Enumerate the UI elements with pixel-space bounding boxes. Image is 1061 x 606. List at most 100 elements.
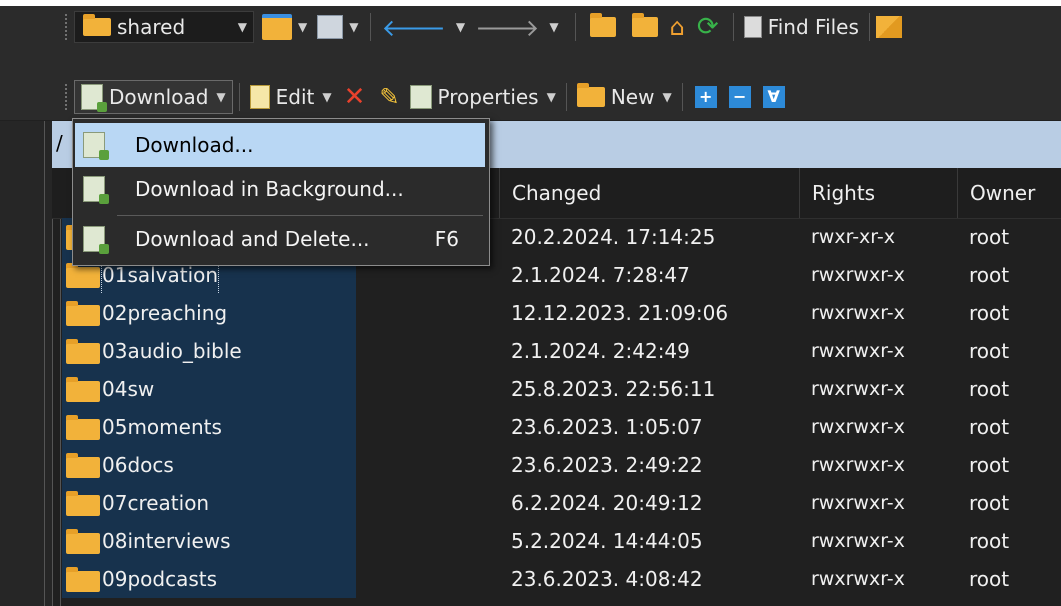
file-rights: rwxrwxr-x — [811, 264, 905, 286]
chevron-down-icon[interactable]: ▼ — [549, 20, 558, 34]
new-label: New — [610, 84, 655, 109]
file-rights: rwxrwxr-x — [811, 568, 905, 590]
location-label: shared — [117, 15, 186, 39]
folder-icon — [66, 529, 100, 554]
table-row[interactable]: 08interviews 5.2.2024. 14:44:05 rwxrwxr-… — [52, 522, 1061, 560]
file-changed: 20.2.2024. 17:14:25 — [511, 225, 716, 249]
tree-icon[interactable] — [875, 16, 902, 38]
properties-label: Properties — [437, 84, 539, 109]
back-icon[interactable]: 🡐 — [381, 13, 445, 42]
folder-icon — [66, 415, 100, 440]
table-row[interactable]: 04sw 25.8.2023. 22:56:11 rwxrwxr-x root — [52, 370, 1061, 408]
file-name: 07creation — [102, 491, 210, 515]
column-rights-header[interactable]: Rights — [799, 168, 957, 218]
file-rights: rwxrwxr-x — [811, 416, 905, 438]
folder-icon — [83, 14, 111, 36]
chevron-down-icon[interactable]: ▼ — [349, 20, 358, 34]
file-changed: 2.1.2024. 2:42:49 — [511, 339, 690, 363]
folder-icon — [66, 453, 100, 478]
chevron-down-icon: ▼ — [546, 89, 556, 104]
folder-icon — [66, 339, 100, 364]
column-owner-header[interactable]: Owner — [957, 168, 1061, 218]
file-rights: rwxr-xr-x — [811, 226, 895, 248]
toolbar-grip[interactable] — [64, 13, 68, 41]
select-all-icon[interactable]: + — [694, 85, 717, 108]
table-row[interactable]: 06docs 23.6.2023. 2:49:22 rwxrwxr-x root — [52, 446, 1061, 484]
filter-icon[interactable] — [317, 15, 344, 39]
file-owner: root — [969, 225, 1010, 249]
toolbar-separator — [732, 13, 734, 41]
file-changed: 2.1.2024. 7:28:47 — [511, 263, 690, 287]
menu-item-download-background[interactable]: Download in Background... — [75, 167, 485, 211]
command-toolbar: Download ▼ Edit ▼ ✕ ✎ Properties ▼ New ▼… — [0, 73, 1061, 120]
menu-separator — [117, 215, 483, 216]
chevron-down-icon[interactable]: ▼ — [456, 20, 465, 34]
download-label: Download — [109, 84, 209, 109]
file-name: 03audio_bible — [102, 339, 242, 363]
toolbar-spacer — [0, 48, 1061, 73]
table-row[interactable]: 02preaching 12.12.2023. 21:09:06 rwxrwxr… — [52, 294, 1061, 332]
download-background-icon — [83, 176, 109, 204]
rename-icon[interactable]: ✎ — [379, 83, 399, 111]
folder-icon — [66, 263, 100, 288]
file-name: 02preaching — [102, 301, 228, 325]
column-changed-header[interactable]: Changed — [499, 168, 799, 218]
edit-button[interactable]: Edit ▼ — [246, 81, 336, 113]
file-owner: root — [969, 301, 1010, 325]
find-files-button[interactable]: Find Files — [740, 11, 863, 43]
open-directory-icon[interactable] — [262, 14, 292, 40]
table-row[interactable]: 03audio_bible 2.1.2024. 2:42:49 rwxrwxr-… — [52, 332, 1061, 370]
toolbar-separator — [565, 82, 567, 111]
new-folder-icon — [576, 82, 605, 107]
folder-icon — [66, 301, 100, 326]
chevron-down-icon[interactable]: ▼ — [298, 20, 307, 34]
file-name: 09podcasts — [102, 567, 218, 591]
menu-item-shortcut: F6 — [434, 227, 459, 251]
file-changed: 12.12.2023. 21:09:06 — [511, 301, 729, 325]
file-owner: root — [969, 415, 1010, 439]
file-changed: 23.6.2023. 1:05:07 — [511, 415, 703, 439]
download-icon — [83, 132, 109, 160]
properties-button[interactable]: Properties ▼ — [406, 81, 560, 113]
file-rights: rwxrwxr-x — [811, 302, 905, 324]
download-icon — [81, 83, 107, 112]
new-button[interactable]: New ▼ — [573, 81, 676, 113]
root-directory-icon[interactable] — [631, 13, 658, 37]
file-owner: root — [969, 263, 1010, 287]
file-changed: 6.2.2024. 20:49:12 — [511, 491, 703, 515]
folder-icon — [66, 491, 100, 516]
file-rights: rwxrwxr-x — [811, 454, 905, 476]
parent-directory-icon[interactable] — [589, 13, 616, 37]
file-rights: rwxrwxr-x — [811, 340, 905, 362]
chevron-down-icon: ▼ — [322, 89, 332, 104]
invert-selection-icon[interactable]: ∀ — [762, 85, 785, 108]
home-icon[interactable]: ⌂ — [670, 13, 685, 41]
table-row[interactable]: 05moments 23.6.2023. 1:05:07 rwxrwxr-x r… — [52, 408, 1061, 446]
file-owner: root — [969, 453, 1010, 477]
forward-icon[interactable]: 🡒 — [475, 13, 539, 42]
refresh-icon[interactable]: ⟳ — [697, 12, 719, 42]
table-row[interactable]: 09podcasts 23.6.2023. 4:08:42 rwxrwxr-x … — [52, 560, 1061, 598]
download-button[interactable]: Download ▼ — [74, 79, 233, 114]
file-owner: root — [969, 529, 1010, 553]
menu-item-label: Download in Background... — [135, 177, 404, 201]
table-row[interactable]: 07creation 6.2.2024. 20:49:12 rwxrwxr-x … — [52, 484, 1061, 522]
path-text: / — [56, 131, 63, 155]
chevron-down-icon: ▼ — [662, 89, 672, 104]
file-owner: root — [969, 567, 1010, 591]
file-name: 08interviews — [102, 529, 231, 553]
menu-item-download[interactable]: Download... — [75, 123, 485, 167]
toolbar-grip[interactable] — [64, 82, 68, 111]
edit-label: Edit — [275, 84, 315, 109]
location-combo[interactable]: shared ▼ — [74, 11, 254, 43]
deselect-icon[interactable]: − — [728, 85, 751, 108]
file-owner: root — [969, 339, 1010, 363]
menu-item-label: Download and Delete... — [135, 227, 370, 251]
delete-icon[interactable]: ✕ — [344, 82, 366, 112]
toolbar-separator — [868, 13, 870, 41]
file-list: 20.2.2024. 17:14:25 rwxr-xr-x root 01sal… — [52, 218, 1061, 606]
file-changed: 23.6.2023. 2:49:22 — [511, 453, 703, 477]
file-name: 05moments — [102, 415, 222, 439]
menu-item-download-delete[interactable]: Download and Delete... F6 — [75, 217, 485, 261]
chevron-down-icon[interactable]: ▼ — [238, 20, 247, 34]
